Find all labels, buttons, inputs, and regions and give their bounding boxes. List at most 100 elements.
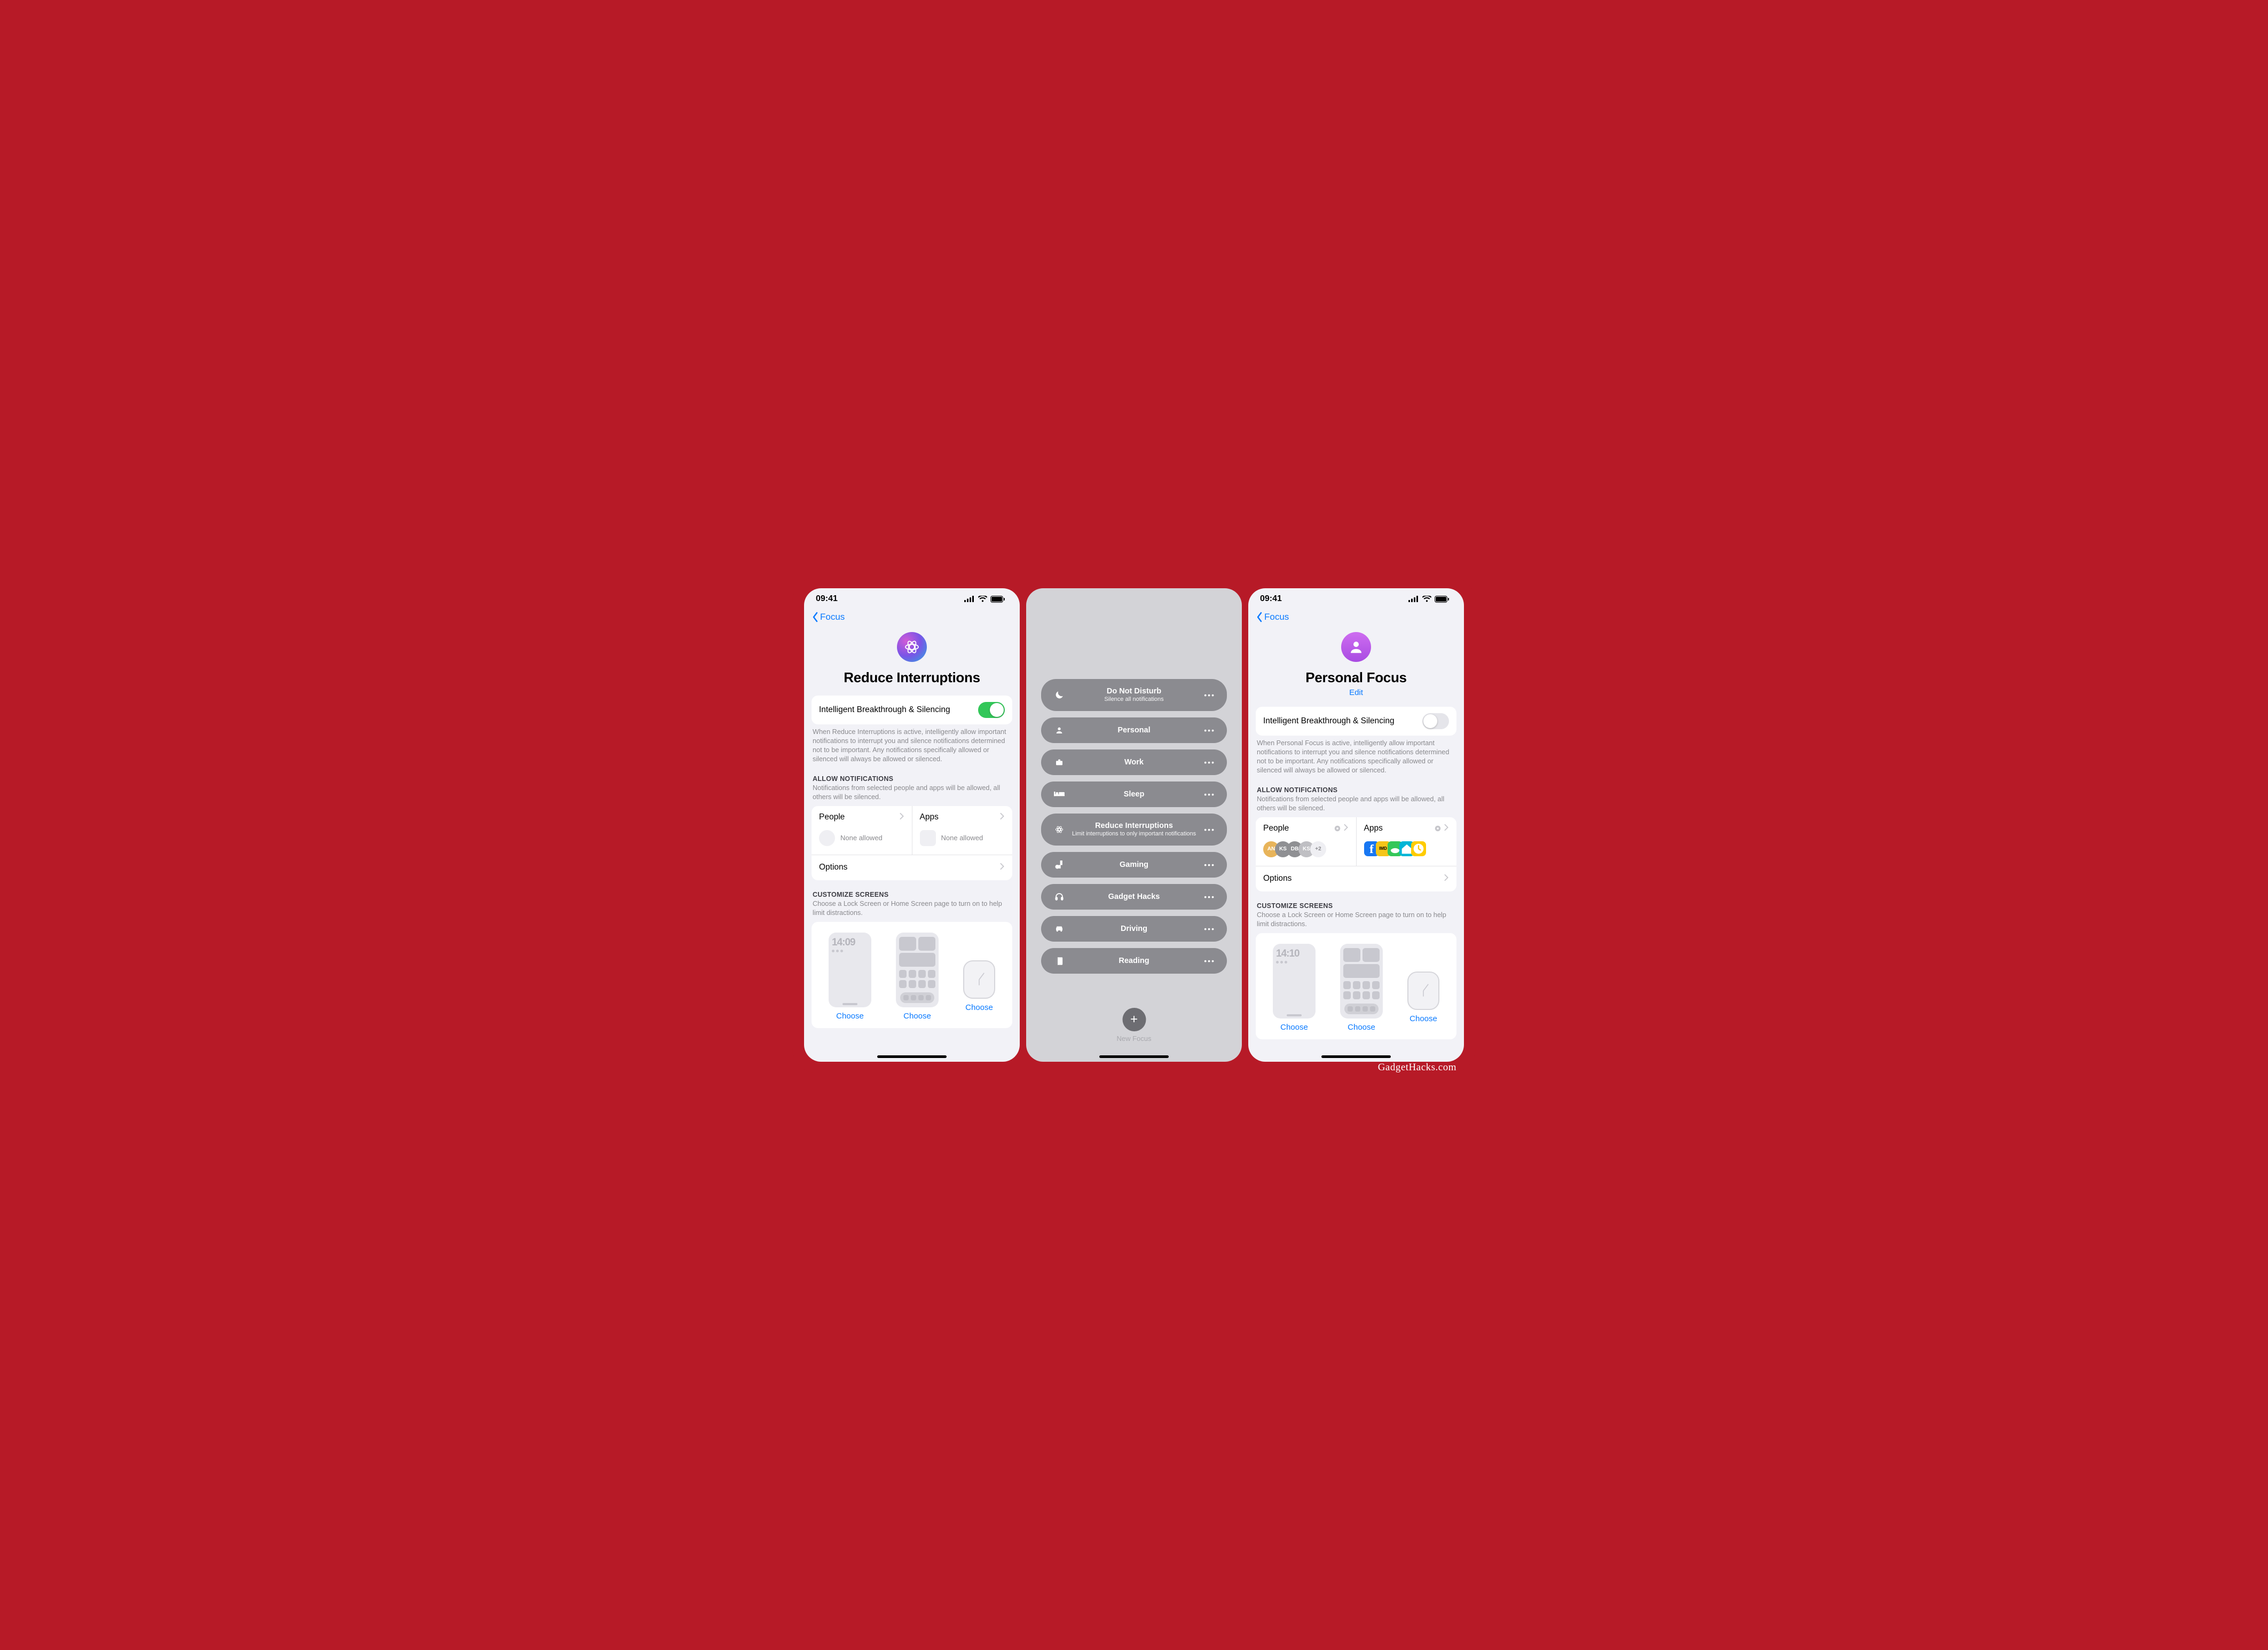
- choose-watch-button[interactable]: Choose: [965, 1003, 993, 1012]
- chevron-left-icon: [1256, 612, 1263, 622]
- more-icon[interactable]: •••: [1202, 691, 1215, 699]
- focus-pill-label: Sleep: [1066, 790, 1202, 799]
- chevron-left-icon: [812, 612, 819, 622]
- status-time: 09:41: [1260, 594, 1282, 604]
- intelligent-toggle-row[interactable]: Intelligent Breakthrough & Silencing: [1256, 707, 1456, 736]
- focus-pill-sleep[interactable]: Sleep•••: [1041, 781, 1227, 807]
- status-bar: 09:41: [1248, 588, 1464, 610]
- back-focus[interactable]: Focus: [1256, 612, 1456, 622]
- focus-pill-label: Gadget Hacks: [1066, 893, 1202, 901]
- customize-head: CUSTOMIZE SCREENS: [1257, 902, 1455, 910]
- more-icon[interactable]: •••: [1202, 893, 1215, 901]
- headphones-icon: [1053, 892, 1066, 902]
- more-icon[interactable]: •••: [1202, 790, 1215, 799]
- watch-preview[interactable]: [963, 960, 995, 999]
- choose-home-button[interactable]: Choose: [903, 1012, 931, 1021]
- back-label: Focus: [820, 612, 845, 622]
- chevron-right-icon: [899, 812, 904, 823]
- screen-control-center-focus-list: Do Not DisturbSilence all notifications•…: [1026, 588, 1242, 1062]
- allow-sub: Notifications from selected people and a…: [1256, 795, 1456, 813]
- more-icon[interactable]: •••: [1202, 758, 1215, 767]
- choose-watch-button[interactable]: Choose: [1409, 1014, 1437, 1023]
- personal-focus-icon: [1341, 632, 1371, 662]
- choose-home-button[interactable]: Choose: [1348, 1023, 1375, 1032]
- more-icon[interactable]: •••: [1202, 925, 1215, 933]
- home-indicator[interactable]: [1321, 1055, 1391, 1058]
- allow-head: ALLOW NOTIFICATIONS: [813, 775, 1011, 783]
- choose-lock-button[interactable]: Choose: [1280, 1023, 1308, 1032]
- edit-link[interactable]: Edit: [1349, 688, 1363, 697]
- chevron-right-icon: [1444, 824, 1449, 834]
- intelligent-toggle[interactable]: [1422, 713, 1449, 729]
- more-icon[interactable]: •••: [1202, 726, 1215, 735]
- home-indicator[interactable]: [877, 1055, 947, 1058]
- gear-icon: [1334, 825, 1341, 832]
- people-avatars: ANKSDBKS+2: [1263, 841, 1349, 857]
- person-icon: [1053, 726, 1066, 735]
- focus-pill-driving[interactable]: Driving•••: [1041, 916, 1227, 942]
- reduce-interruptions-icon: [897, 632, 927, 662]
- apps-title: Apps: [920, 812, 939, 822]
- game-icon: [1053, 860, 1066, 870]
- chevron-right-icon: [1343, 824, 1349, 834]
- svg-text:f: f: [1369, 842, 1374, 856]
- people-cell[interactable]: People ANKSDBKS+2: [1256, 817, 1356, 866]
- lockscreen-time: 14:10: [1276, 948, 1312, 960]
- avatar-more: +2: [1310, 841, 1326, 857]
- home-screen-preview[interactable]: [1340, 944, 1383, 1019]
- options-row[interactable]: Options: [812, 855, 1012, 880]
- screen-personal-focus: 09:41 Focus Personal Focus Edit Intellig…: [1248, 588, 1464, 1062]
- back-label: Focus: [1264, 612, 1289, 622]
- focus-pill-personal[interactable]: Personal•••: [1041, 717, 1227, 743]
- more-icon[interactable]: •••: [1202, 957, 1215, 965]
- car-icon: [1053, 925, 1066, 933]
- allow-card: People None allowed Apps: [812, 806, 1012, 880]
- lockscreen-time: 14:09: [832, 937, 868, 949]
- intelligent-toggle[interactable]: [978, 702, 1005, 718]
- briefcase-icon: [1053, 758, 1066, 767]
- apps-cell[interactable]: Apps None allowed: [912, 806, 1013, 855]
- placeholder-app-icon: [920, 830, 936, 846]
- focus-pill-work[interactable]: Work•••: [1041, 749, 1227, 775]
- people-title: People: [1263, 824, 1289, 833]
- wifi-icon: [978, 596, 987, 602]
- focus-pill-label: Do Not DisturbSilence all notifications: [1066, 687, 1202, 703]
- people-cell[interactable]: People None allowed: [812, 806, 912, 855]
- toggle-label: Intelligent Breakthrough & Silencing: [819, 705, 950, 715]
- more-icon[interactable]: •••: [1202, 825, 1215, 834]
- screens-card: 14:09 Choose Choose: [812, 922, 1012, 1028]
- chevron-right-icon: [999, 863, 1005, 873]
- new-focus-label: New Focus: [1116, 1035, 1151, 1043]
- options-label: Options: [819, 863, 847, 872]
- lock-screen-preview[interactable]: 14:10: [1273, 944, 1316, 1019]
- gear-icon: [1434, 825, 1442, 832]
- home-indicator[interactable]: [1099, 1055, 1169, 1058]
- lock-screen-preview[interactable]: 14:09: [829, 933, 871, 1007]
- back-focus[interactable]: Focus: [812, 612, 1012, 622]
- choose-lock-button[interactable]: Choose: [836, 1012, 864, 1021]
- cellular-icon: [1408, 596, 1419, 602]
- focus-pill-reduce-interruptions[interactable]: Reduce InterruptionsLimit interruptions …: [1041, 814, 1227, 846]
- watch-preview[interactable]: [1407, 972, 1439, 1010]
- focus-pill-reading[interactable]: Reading•••: [1041, 948, 1227, 974]
- intelligent-toggle-row[interactable]: Intelligent Breakthrough & Silencing: [812, 696, 1012, 724]
- status-time: 09:41: [816, 594, 838, 604]
- more-icon[interactable]: •••: [1202, 860, 1215, 869]
- app-icons: fIMD: [1364, 841, 1450, 856]
- apps-cell[interactable]: Apps fIMD: [1356, 817, 1457, 866]
- new-focus-button[interactable]: +: [1122, 1008, 1146, 1031]
- options-row[interactable]: Options: [1256, 866, 1456, 891]
- allow-head: ALLOW NOTIFICATIONS: [1257, 786, 1455, 794]
- atom-icon: [1053, 825, 1066, 834]
- screen-reduce-interruptions: 09:41 Focus Reduce Interruptions Intelli…: [804, 588, 1020, 1062]
- home-screen-preview[interactable]: [896, 933, 939, 1007]
- app-icon: [1411, 841, 1426, 856]
- toggle-description: When Reduce Interruptions is active, int…: [812, 728, 1012, 764]
- chevron-right-icon: [999, 812, 1005, 823]
- focus-pill-gadget-hacks[interactable]: Gadget Hacks•••: [1041, 884, 1227, 910]
- focus-pill-do-not-disturb[interactable]: Do Not DisturbSilence all notifications•…: [1041, 679, 1227, 711]
- focus-pill-gaming[interactable]: Gaming•••: [1041, 852, 1227, 878]
- page-title: Personal Focus: [1305, 669, 1406, 686]
- book-icon: [1053, 957, 1066, 966]
- toggle-label: Intelligent Breakthrough & Silencing: [1263, 716, 1395, 726]
